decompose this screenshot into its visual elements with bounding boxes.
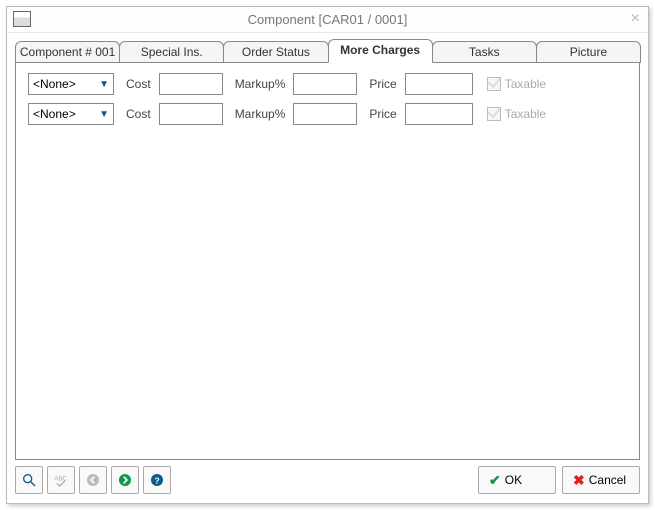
back-button[interactable]: [79, 466, 107, 494]
charge-type-select[interactable]: <None> ▼: [28, 73, 114, 95]
tab-label: Special Ins.: [141, 45, 203, 59]
tab-label: More Charges: [340, 43, 420, 57]
cross-icon: ✖: [573, 473, 585, 487]
price-label: Price: [369, 107, 396, 121]
tab-label: Tasks: [469, 45, 500, 59]
price-input[interactable]: [405, 73, 473, 95]
cancel-button[interactable]: ✖ Cancel: [562, 466, 640, 494]
checkbox-icon: [487, 77, 501, 91]
cost-label: Cost: [126, 77, 151, 91]
select-value: <None>: [33, 107, 76, 121]
charge-type-select[interactable]: <None> ▼: [28, 103, 114, 125]
taxable-label: Taxable: [505, 107, 546, 121]
markup-input[interactable]: [293, 73, 357, 95]
tab-tasks[interactable]: Tasks: [432, 41, 537, 63]
titlebar: Component [CAR01 / 0001] ×: [7, 7, 648, 33]
taxable-check[interactable]: Taxable: [487, 107, 546, 121]
forward-button[interactable]: [111, 466, 139, 494]
chevron-down-icon: ▼: [99, 79, 109, 90]
tabstrip: Component # 001 Special Ins. Order Statu…: [15, 39, 640, 63]
markup-label: Markup%: [235, 107, 286, 121]
markup-input[interactable]: [293, 103, 357, 125]
window-icon: [13, 11, 31, 27]
cost-input[interactable]: [159, 103, 223, 125]
back-icon: [85, 472, 101, 488]
dialog-window: Component [CAR01 / 0001] × Component # 0…: [6, 6, 649, 504]
svg-text:ABC: ABC: [54, 477, 67, 483]
bottom-toolbar: ABC ? ✔ OK ✖ Cancel: [15, 465, 640, 495]
help-icon: ?: [149, 472, 165, 488]
select-value: <None>: [33, 77, 76, 91]
charge-row: <None> ▼ Cost Markup% Price Taxable: [28, 103, 627, 125]
help-button[interactable]: ?: [143, 466, 171, 494]
cost-input[interactable]: [159, 73, 223, 95]
tab-more-charges[interactable]: More Charges: [328, 39, 433, 63]
tab-content: <None> ▼ Cost Markup% Price Taxable <Non…: [15, 62, 640, 460]
ok-label: OK: [505, 473, 522, 487]
search-icon: [21, 472, 37, 488]
search-button[interactable]: [15, 466, 43, 494]
cancel-label: Cancel: [589, 473, 626, 487]
close-icon[interactable]: ×: [631, 11, 640, 27]
tab-component[interactable]: Component # 001: [15, 41, 120, 63]
cost-label: Cost: [126, 107, 151, 121]
tab-label: Component # 001: [20, 45, 115, 59]
forward-icon: [117, 472, 133, 488]
price-label: Price: [369, 77, 396, 91]
tab-picture[interactable]: Picture: [536, 41, 641, 63]
ok-button[interactable]: ✔ OK: [478, 466, 556, 494]
window-title: Component [CAR01 / 0001]: [248, 12, 408, 27]
check-icon: ✔: [489, 473, 501, 487]
markup-label: Markup%: [235, 77, 286, 91]
taxable-check[interactable]: Taxable: [487, 77, 546, 91]
tab-label: Order Status: [242, 45, 310, 59]
tab-order-status[interactable]: Order Status: [223, 41, 328, 63]
checkbox-icon: [487, 107, 501, 121]
spellcheck-icon: ABC: [53, 472, 69, 488]
taxable-label: Taxable: [505, 77, 546, 91]
price-input[interactable]: [405, 103, 473, 125]
chevron-down-icon: ▼: [99, 109, 109, 120]
tab-label: Picture: [570, 45, 607, 59]
tab-special-ins[interactable]: Special Ins.: [119, 41, 224, 63]
svg-text:?: ?: [154, 475, 159, 485]
charge-row: <None> ▼ Cost Markup% Price Taxable: [28, 73, 627, 95]
spellcheck-button[interactable]: ABC: [47, 466, 75, 494]
